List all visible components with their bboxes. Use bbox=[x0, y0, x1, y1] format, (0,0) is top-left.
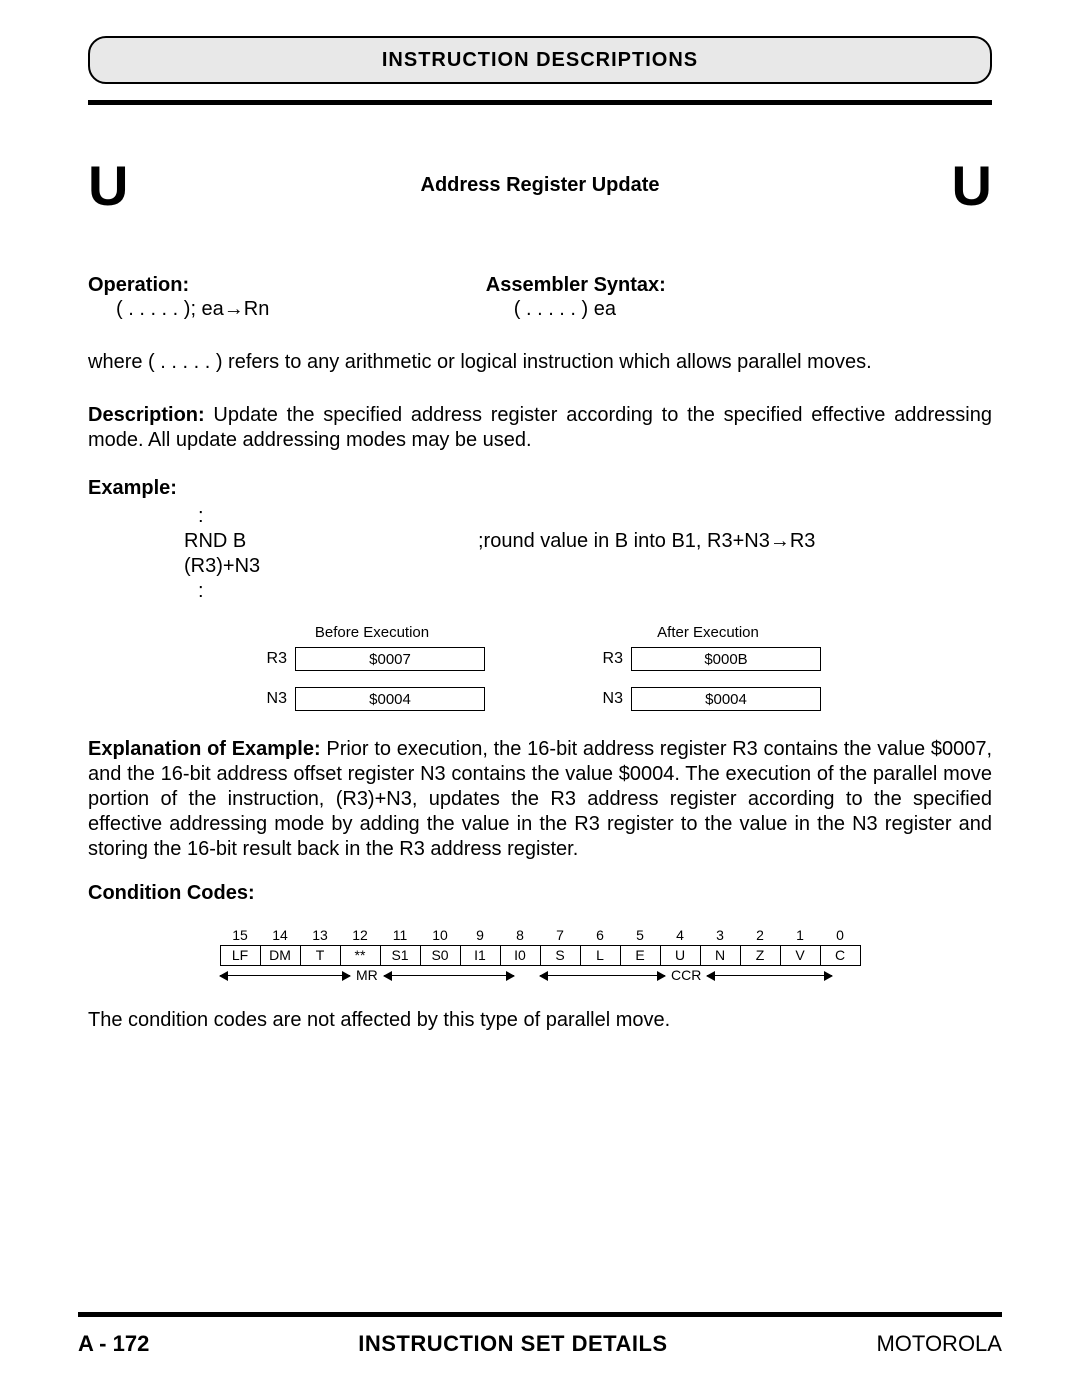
page-footer: A - 172 INSTRUCTION SET DETAILS MOTOROLA bbox=[78, 1312, 1002, 1357]
cc-bit: 2 bbox=[740, 925, 780, 945]
description-label: Description: bbox=[88, 404, 205, 426]
mnemonic-left: U bbox=[88, 153, 128, 218]
instruction-title-row: U Address Register Update U bbox=[88, 153, 992, 218]
cc-arrows: MR CCR bbox=[220, 968, 861, 984]
description-paragraph: Description: Update the specified addres… bbox=[88, 403, 992, 453]
cc-bit: 15 bbox=[220, 925, 260, 945]
register-box: $0004 bbox=[631, 687, 821, 711]
cc-flag: S0 bbox=[420, 945, 460, 965]
register-name: N3 bbox=[595, 690, 623, 708]
footer-rule bbox=[78, 1312, 1002, 1317]
cc-bit: 12 bbox=[340, 925, 380, 945]
register-col-before: Before Execution R3 $0007 N3 $0004 bbox=[259, 624, 485, 727]
assembler-text: ( . . . . . ) ea bbox=[486, 297, 992, 322]
register-name: N3 bbox=[259, 690, 287, 708]
cc-bit: 14 bbox=[260, 925, 300, 945]
cc-flag: Z bbox=[740, 945, 780, 965]
cc-bit: 6 bbox=[580, 925, 620, 945]
cc-bit: 11 bbox=[380, 925, 420, 945]
cc-flag: I1 bbox=[460, 945, 500, 965]
cc-bit: 13 bbox=[300, 925, 340, 945]
condition-codes-diagram: 15 14 13 12 11 10 9 8 7 6 5 4 3 2 1 0 bbox=[88, 925, 992, 984]
example-comment: ;round value in B into B1, R3+N3→R3 bbox=[478, 529, 992, 579]
cc-bit: 7 bbox=[540, 925, 580, 945]
cc-bit: 4 bbox=[660, 925, 700, 945]
footer-center-title: INSTRUCTION SET DETAILS bbox=[358, 1331, 667, 1357]
where-paragraph: where ( . . . . . ) refers to any arithm… bbox=[88, 350, 992, 375]
register-row: R3 $0007 bbox=[259, 647, 485, 671]
register-diagram: Before Execution R3 $0007 N3 $0004 After… bbox=[88, 624, 992, 727]
cc-flag: S bbox=[540, 945, 580, 965]
mr-label: MR bbox=[350, 967, 384, 983]
example-block: : RND B (R3)+N3 ;round value in B into B… bbox=[88, 504, 992, 604]
cc-flag: DM bbox=[260, 945, 300, 965]
register-name: R3 bbox=[259, 650, 287, 668]
register-box: $0007 bbox=[295, 647, 485, 671]
example-dots-top: : bbox=[88, 504, 308, 529]
cc-bit: 5 bbox=[620, 925, 660, 945]
register-row: N3 $0004 bbox=[595, 687, 821, 711]
cc-bit: 8 bbox=[500, 925, 540, 945]
cc-flag: LF bbox=[220, 945, 260, 965]
register-name: R3 bbox=[595, 650, 623, 668]
after-execution-label: After Execution bbox=[657, 624, 759, 641]
operation-text: ( . . . . . ); ea→Rn bbox=[88, 297, 486, 322]
condition-codes-label: Condition Codes: bbox=[88, 882, 992, 905]
cc-names-row: LF DM T ** S1 S0 I1 I0 S L E U N Z V C bbox=[220, 945, 860, 965]
cc-flag: E bbox=[620, 945, 660, 965]
cc-flag: C bbox=[820, 945, 860, 965]
register-box: $000B bbox=[631, 647, 821, 671]
explanation-label: Explanation of Example: bbox=[88, 738, 321, 760]
cc-bit: 10 bbox=[420, 925, 460, 945]
description-text: Update the specified address register ac… bbox=[88, 404, 992, 451]
cc-bit: 1 bbox=[780, 925, 820, 945]
cc-flag: T bbox=[300, 945, 340, 965]
cc-note: The condition codes are not affected by … bbox=[88, 1008, 992, 1033]
footer-manufacturer: MOTOROLA bbox=[876, 1331, 1002, 1357]
cc-flag: U bbox=[660, 945, 700, 965]
cc-flag: V bbox=[780, 945, 820, 965]
footer-page-number: A - 172 bbox=[78, 1331, 149, 1357]
register-row: N3 $0004 bbox=[259, 687, 485, 711]
ccr-label: CCR bbox=[665, 967, 707, 983]
register-box: $0004 bbox=[295, 687, 485, 711]
cc-bits-row: 15 14 13 12 11 10 9 8 7 6 5 4 3 2 1 0 bbox=[220, 925, 860, 945]
register-row: R3 $000B bbox=[595, 647, 821, 671]
cc-bit: 3 bbox=[700, 925, 740, 945]
operation-label: Operation: bbox=[88, 274, 486, 297]
explanation-paragraph: Explanation of Example: Prior to executi… bbox=[88, 737, 992, 862]
cc-table: 15 14 13 12 11 10 9 8 7 6 5 4 3 2 1 0 bbox=[220, 925, 861, 966]
cc-bit: 9 bbox=[460, 925, 500, 945]
section-header-text: INSTRUCTION DESCRIPTIONS bbox=[382, 49, 698, 72]
cc-flag: ** bbox=[340, 945, 380, 965]
register-col-after: After Execution R3 $000B N3 $0004 bbox=[595, 624, 821, 727]
example-dots-bottom: : bbox=[88, 579, 308, 604]
cc-flag: I0 bbox=[500, 945, 540, 965]
cc-flag: L bbox=[580, 945, 620, 965]
example-label: Example: bbox=[88, 477, 992, 500]
header-rule bbox=[88, 100, 992, 105]
before-execution-label: Before Execution bbox=[315, 624, 429, 641]
cc-flag: S1 bbox=[380, 945, 420, 965]
instruction-subtitle: Address Register Update bbox=[421, 174, 660, 197]
operation-syntax-row: Operation: ( . . . . . ); ea→Rn Assemble… bbox=[88, 274, 992, 322]
cc-flag: N bbox=[700, 945, 740, 965]
assembler-label: Assembler Syntax: bbox=[486, 274, 992, 297]
example-code: RND B (R3)+N3 bbox=[88, 529, 308, 579]
cc-bit: 0 bbox=[820, 925, 860, 945]
section-header: INSTRUCTION DESCRIPTIONS bbox=[88, 36, 992, 84]
mnemonic-right: U bbox=[952, 153, 992, 218]
